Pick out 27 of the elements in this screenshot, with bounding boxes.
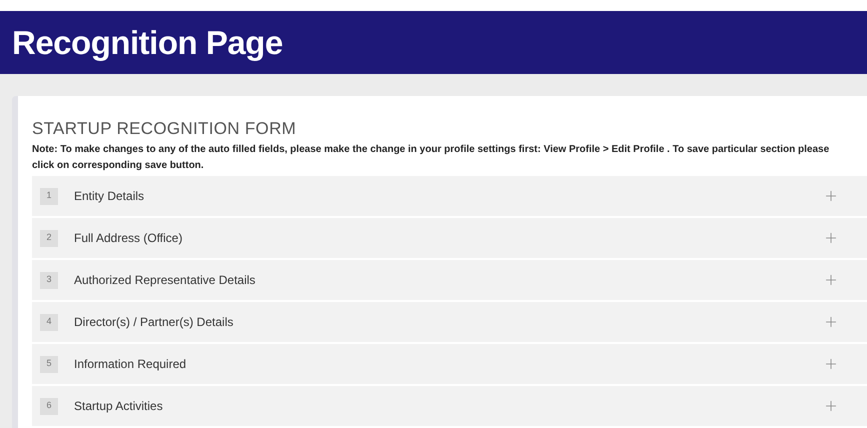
form-title: STARTUP RECOGNITION FORM — [32, 118, 298, 139]
section-number: 1 — [40, 188, 58, 204]
section-number: 3 — [40, 272, 58, 288]
section-row[interactable]: 5 Information Required — [32, 344, 867, 386]
section-number: 6 — [40, 398, 58, 414]
section-label: Director(s) / Partner(s) Details — [74, 314, 234, 331]
expand-icon — [823, 356, 839, 372]
section-label: Authorized Representative Details — [74, 272, 256, 289]
expand-icon — [823, 230, 839, 246]
section-label: Startup Activities — [74, 398, 163, 415]
section-label: Information Required — [74, 356, 186, 373]
section-number: 5 — [40, 356, 58, 372]
section-row[interactable]: 3 Authorized Representative Details — [32, 260, 867, 302]
section-number: 4 — [40, 314, 58, 330]
expand-icon — [823, 188, 839, 204]
expand-icon — [823, 398, 839, 414]
section-label: Entity Details — [74, 188, 144, 205]
section-label: Full Address (Office) — [74, 230, 182, 247]
section-row[interactable]: 2 Full Address (Office) — [32, 218, 867, 260]
section-number: 2 — [40, 230, 58, 246]
expand-icon — [823, 314, 839, 330]
page-title: Recognition Page — [12, 26, 283, 60]
section-row[interactable]: 1 Entity Details — [32, 176, 867, 218]
section-row[interactable]: 6 Startup Activities — [32, 386, 867, 428]
form-note: Note: To make changes to any of the auto filled fields, please make the change in your profile settings first: View Profile > Edit Profile . To save particular section please click on corresponding save button. — [32, 143, 830, 173]
expand-icon — [823, 272, 839, 288]
section-row[interactable]: 4 Director(s) / Partner(s) Details — [32, 302, 867, 344]
